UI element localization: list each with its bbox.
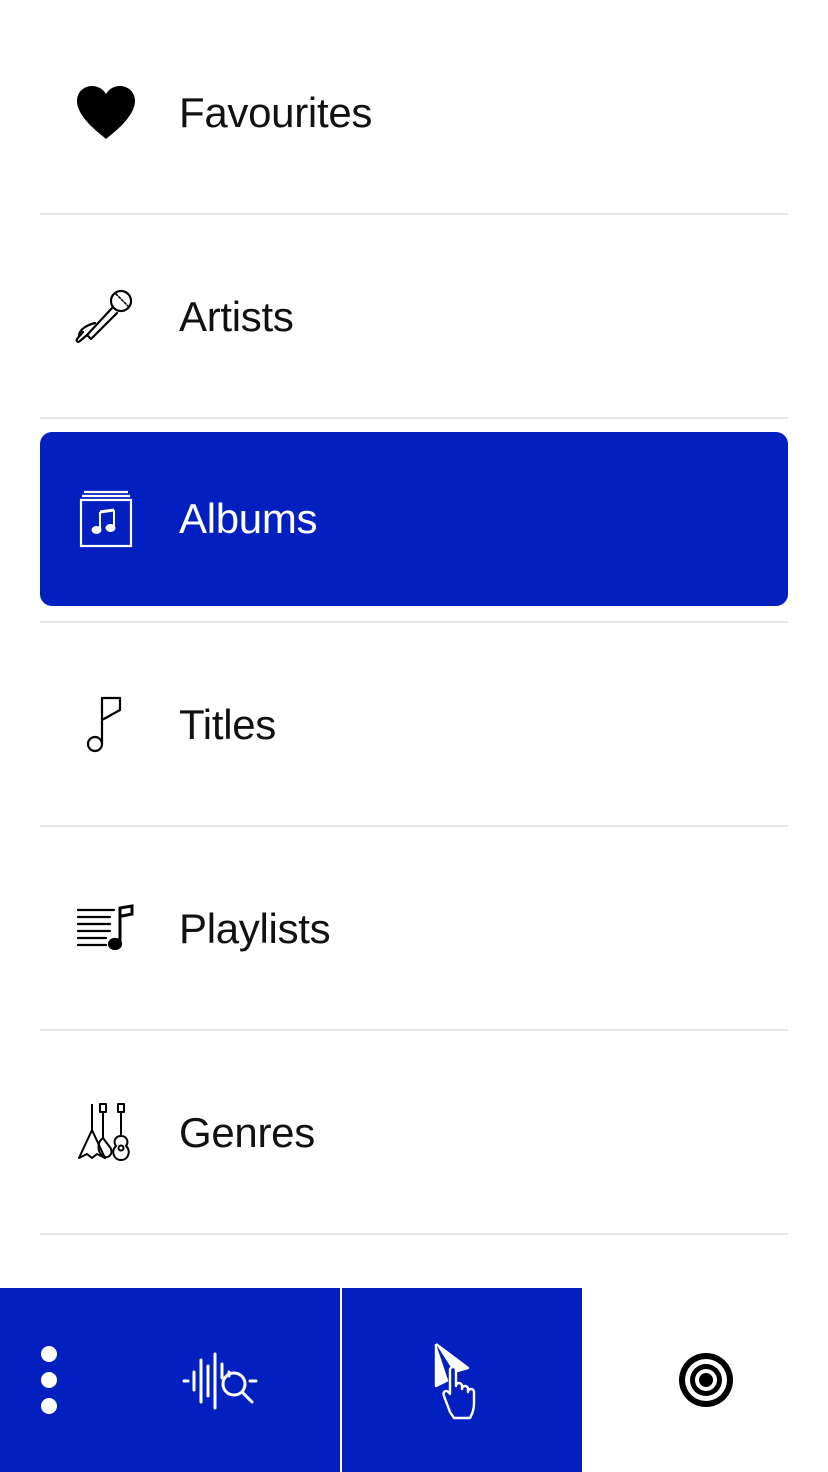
audio-search-icon[interactable] [180, 1350, 260, 1412]
touch-play-icon[interactable] [428, 1342, 488, 1420]
guitars-icon [74, 1101, 138, 1165]
bottom-bar [0, 1288, 828, 1472]
menu-item-titles[interactable]: Titles [40, 638, 788, 812]
menu-item-label: Favourites [179, 89, 373, 136]
menu-item-label: Albums [179, 495, 318, 542]
menu-item-label: Titles [179, 701, 276, 748]
menu-item-genres[interactable]: Genres [40, 1046, 788, 1220]
menu-item-favourites[interactable]: Favourites [40, 26, 788, 200]
menu-item-label: Genres [179, 1109, 315, 1156]
microphone-icon [74, 285, 138, 349]
menu-item-albums[interactable]: Albums [40, 432, 788, 606]
more-vertical-icon[interactable] [38, 1346, 60, 1414]
divider [40, 1029, 788, 1031]
playlist-icon [74, 897, 138, 961]
heart-icon [74, 81, 138, 145]
music-note-icon [74, 693, 138, 757]
menu-item-label: Playlists [179, 905, 331, 952]
divider [40, 417, 788, 419]
album-icon [74, 487, 138, 551]
target-icon[interactable] [678, 1352, 734, 1408]
menu-item-playlists[interactable]: Playlists [40, 842, 788, 1016]
menu-item-label: Artists [179, 293, 294, 340]
menu-item-artists[interactable]: Artists [40, 230, 788, 404]
divider [40, 1233, 788, 1235]
divider [40, 621, 788, 623]
divider [40, 213, 788, 215]
divider [40, 825, 788, 827]
